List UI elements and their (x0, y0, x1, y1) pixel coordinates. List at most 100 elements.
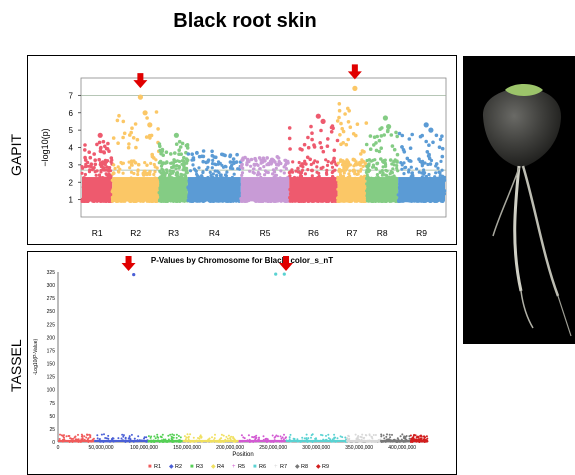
snp-point (408, 159, 412, 163)
snp-point (280, 437, 283, 440)
snp-point (287, 171, 291, 175)
snp-point (331, 126, 335, 131)
snp-point (117, 437, 120, 440)
snp-point (392, 147, 397, 152)
legend-label: R6 (259, 464, 266, 470)
snp-point (98, 146, 103, 151)
snp-point (263, 159, 267, 163)
snp-point (357, 435, 360, 437)
snp-point (263, 169, 268, 173)
snp-point (104, 437, 107, 439)
red-arrow-icon (133, 73, 148, 89)
snp-band (346, 439, 381, 442)
snp-point (401, 433, 404, 436)
snp-point (262, 165, 266, 169)
y-tick-label: 3 (69, 161, 74, 170)
snp-point (300, 168, 305, 172)
snp-point (413, 438, 416, 441)
snp-point (248, 169, 252, 173)
snp-point (229, 438, 232, 441)
snp-point (197, 166, 201, 170)
snp-point (377, 138, 382, 143)
snp-point (403, 435, 406, 438)
snp-point (179, 152, 183, 156)
y-tick-label: 150 (47, 362, 56, 368)
snp-point (333, 168, 337, 172)
snp-point (346, 137, 351, 142)
snp-point (182, 163, 186, 167)
snp-point (153, 170, 157, 174)
snp-point (423, 435, 426, 438)
legend-marker: ■ (148, 464, 152, 470)
snp-point (179, 436, 182, 439)
snp-point (120, 437, 123, 440)
snp-band (410, 439, 428, 442)
snp-point (395, 134, 400, 139)
snp-point (77, 433, 79, 436)
snp-point (386, 433, 388, 436)
snp-point (306, 135, 310, 140)
snp-point (168, 169, 172, 173)
snp-point (380, 169, 384, 173)
snp-point (388, 172, 392, 176)
snp-point (89, 162, 94, 166)
snp-band (148, 439, 183, 442)
snp-point (346, 437, 349, 440)
snp-point (83, 172, 87, 177)
y-axis-label: -Log10(P-Value) (33, 339, 39, 376)
snp-point (225, 170, 229, 174)
snp-point (359, 435, 362, 438)
snp-point (165, 168, 169, 172)
snp-point (184, 143, 189, 148)
snp-point (208, 437, 211, 440)
snp-point (65, 435, 68, 438)
chromosome-r9-points (396, 122, 447, 203)
snp-point (173, 151, 177, 155)
snp-point (332, 148, 337, 153)
snp-point (72, 437, 75, 440)
snp-point (356, 172, 360, 176)
snp-point (58, 438, 61, 440)
snp-point (201, 159, 205, 164)
snp-point (177, 148, 181, 152)
snp-point (405, 156, 410, 161)
snp-point (348, 435, 350, 438)
peak-point (97, 132, 103, 138)
snp-point (333, 433, 336, 436)
snp-point (105, 147, 110, 151)
snp-point (427, 172, 431, 177)
snp-point (211, 172, 215, 176)
snp-point (337, 102, 342, 106)
snp-point (400, 145, 404, 149)
snp-band (238, 439, 287, 442)
snp-point (196, 174, 200, 178)
snp-point (92, 166, 96, 170)
snp-point (172, 436, 175, 439)
snp-point (409, 434, 412, 437)
snp-point (319, 145, 324, 150)
snp-point (310, 436, 312, 439)
snp-point (341, 436, 344, 439)
snp-point (161, 172, 166, 176)
snp-point (63, 434, 65, 437)
snp-point (175, 433, 178, 436)
red-arrow-icon (347, 64, 362, 80)
snp-point (174, 167, 178, 171)
snp-point (172, 158, 176, 162)
snp-point (420, 434, 422, 437)
snp-point (325, 163, 330, 167)
snp-point (418, 134, 423, 139)
snp-point (291, 160, 295, 164)
x-tick-label: 300,000,000 (302, 445, 330, 451)
snp-point (360, 149, 365, 153)
x-tick-label: 0 (57, 445, 60, 451)
peak-point (315, 113, 321, 119)
snp-point (366, 162, 371, 167)
snp-band (112, 177, 160, 202)
snp-point (243, 155, 247, 160)
snp-point (100, 433, 103, 436)
snp-point (129, 438, 132, 441)
legend-marker: ◆ (169, 464, 174, 470)
snp-point (133, 161, 138, 165)
snp-point (240, 434, 243, 437)
